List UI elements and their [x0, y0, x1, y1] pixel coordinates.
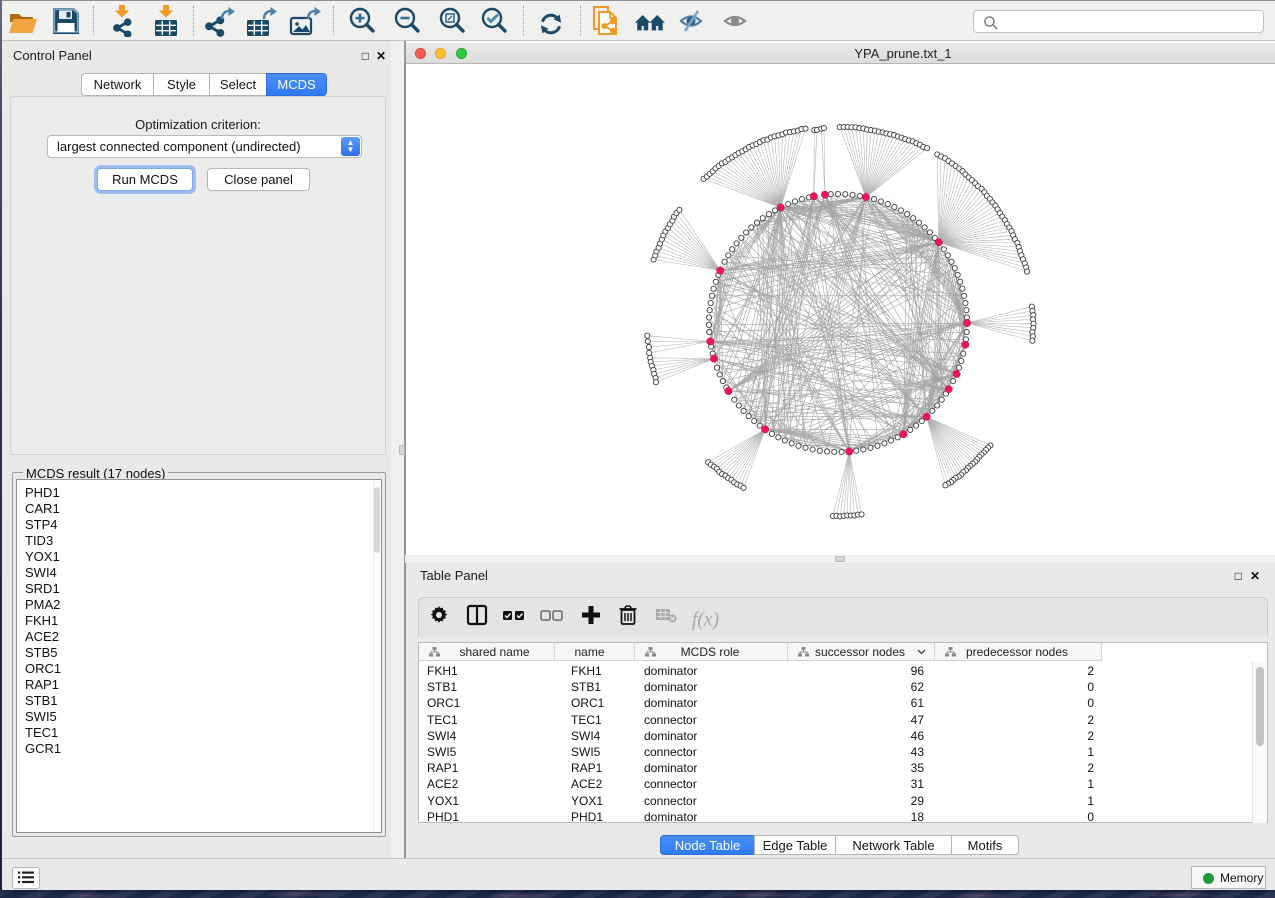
svg-text:f(x): f(x): [692, 610, 719, 631]
